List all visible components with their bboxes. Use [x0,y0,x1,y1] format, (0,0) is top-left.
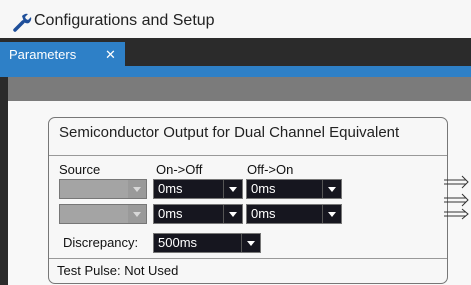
off-on-value: 0ms [251,181,276,196]
divider [49,155,447,156]
left-border [0,77,8,285]
chevron-down-icon [241,234,260,252]
off-on-dropdown-1[interactable]: 0ms [246,179,342,199]
toolbar-band [8,77,471,101]
tab-label: Parameters [9,47,77,62]
column-header-source: Source [59,162,101,177]
chevron-down-icon [322,180,341,198]
chevron-down-icon [223,180,242,198]
chevron-down-icon [223,205,242,223]
divider [49,258,447,259]
tab-accent-bar [0,66,471,77]
on-off-dropdown-1[interactable]: 0ms [153,179,243,199]
output-connector-icon [444,175,469,220]
source-dropdown-1[interactable] [59,179,147,199]
panel-title: Semiconductor Output for Dual Channel Eq… [59,124,400,141]
test-pulse-status: Test Pulse: Not Used [57,263,179,278]
on-off-value: 0ms [158,181,183,196]
close-icon[interactable]: ✕ [105,47,116,63]
wrench-icon [13,13,32,32]
discrepancy-label: Discrepancy: [63,235,139,250]
window-title: Configurations and Setup [34,12,215,29]
on-off-value: 0ms [158,206,183,221]
discrepancy-dropdown[interactable]: 500ms [153,233,261,253]
off-on-dropdown-2[interactable]: 0ms [246,204,342,224]
tab-parameters[interactable]: Parameters ✕ [0,42,125,66]
source-dropdown-2[interactable] [59,204,147,224]
window-title-bar: Configurations and Setup [0,0,471,39]
chevron-down-icon [322,205,341,223]
column-header-off-on: Off->On [247,162,294,177]
on-off-dropdown-2[interactable]: 0ms [153,204,243,224]
off-on-value: 0ms [251,206,276,221]
column-header-on-off: On->Off [156,162,203,177]
tab-strip: Parameters ✕ [0,38,471,66]
chevron-down-icon [128,205,146,223]
discrepancy-value: 500ms [158,235,198,250]
semiconductor-output-panel: Semiconductor Output for Dual Channel Eq… [48,117,448,284]
chevron-down-icon [128,180,146,198]
